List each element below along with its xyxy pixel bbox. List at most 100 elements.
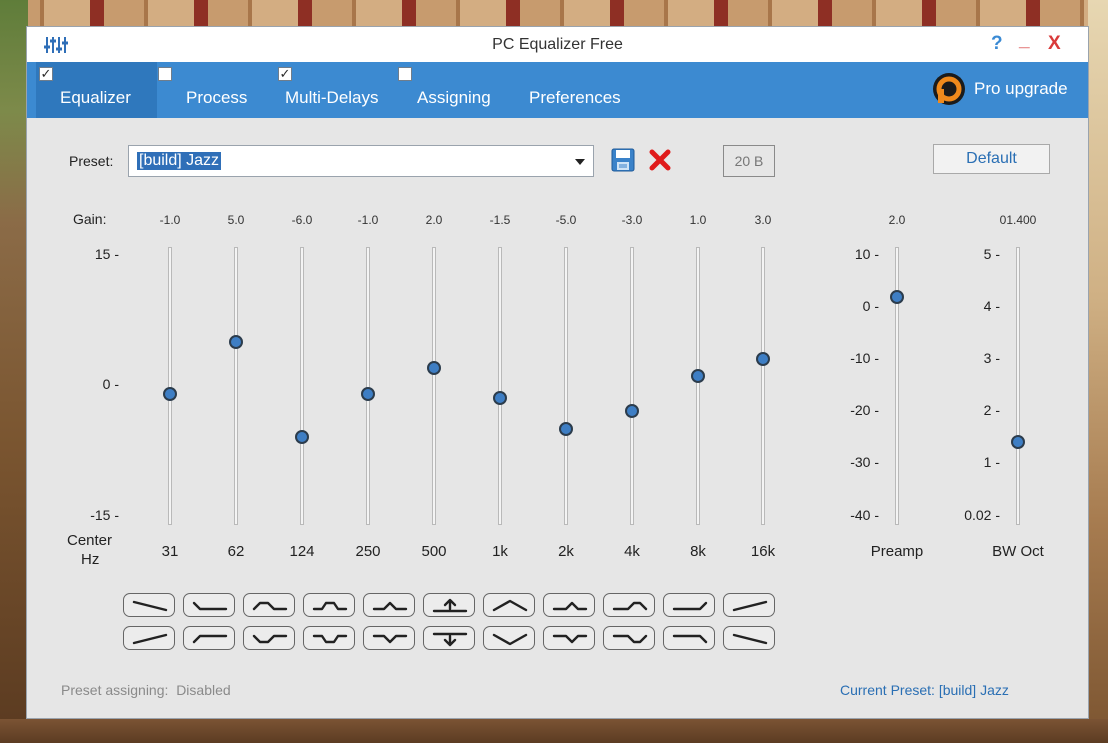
gain-value: -6.0 [291, 213, 313, 227]
slider-knob-8k[interactable] [691, 369, 705, 384]
current-preset-label: Current Preset: [840, 682, 935, 698]
bump-highmid-button[interactable] [543, 593, 595, 617]
raise-all-button[interactable] [423, 593, 475, 617]
dip-high-button[interactable] [603, 626, 655, 650]
bump-highmid-curve-icon [552, 601, 588, 611]
high-shelf-boost-button[interactable] [663, 593, 715, 617]
preset-dropdown[interactable]: [build] Jazz [128, 145, 594, 177]
tab-process[interactable]: Process [157, 62, 257, 118]
frequency-label: 16k [750, 543, 776, 560]
lower-all-button[interactable] [423, 626, 475, 650]
bw-oct-slider-knob[interactable] [1011, 435, 1025, 450]
slider-knob-124[interactable] [295, 430, 309, 445]
slider-track-500[interactable] [432, 247, 436, 525]
bump-mid-button[interactable] [363, 593, 415, 617]
slider-knob-4k[interactable] [625, 404, 639, 419]
gain-value: -1.0 [159, 213, 181, 227]
pro-upgrade-label: Pro upgrade [974, 79, 1068, 98]
dip-high-curve-icon [612, 634, 648, 644]
slider-knob-16k[interactable] [756, 352, 770, 366]
slider-track-124[interactable] [300, 247, 304, 525]
tab-label: Assigning [417, 88, 491, 107]
tab-multi-delays[interactable]: ✓ Multi-Delays [277, 62, 397, 118]
dip-wide-curve-icon [492, 633, 528, 646]
dip-highmid-button[interactable] [543, 626, 595, 650]
title-bar[interactable]: PC Equalizer Free ? _ X [27, 27, 1088, 62]
low-shelf-boost-button[interactable] [183, 626, 235, 650]
slider-track-8k[interactable] [696, 247, 700, 525]
pro-logo-icon [933, 73, 965, 105]
preamp-axis-label: -10 - [850, 350, 879, 366]
desktop-background-left [0, 0, 28, 743]
process-enable-checkbox[interactable] [158, 67, 172, 81]
tab-label: Multi-Delays [285, 88, 379, 107]
tilt-down-button[interactable] [723, 626, 775, 650]
slider-knob-250[interactable] [361, 386, 375, 401]
slider-track-2k[interactable] [564, 247, 568, 525]
tab-equalizer[interactable]: ✓ Equalizer [36, 62, 157, 118]
preamp-axis-label: -20 - [850, 402, 879, 418]
frequency-label: 2k [558, 543, 574, 560]
multi-delays-enable-checkbox[interactable]: ✓ [278, 67, 292, 81]
bump-lowmid-button[interactable] [303, 593, 355, 617]
bump-low-curve-icon [252, 601, 288, 611]
preamp-slider-knob[interactable] [890, 289, 904, 304]
slider-knob-500[interactable] [427, 360, 441, 375]
bw-oct-slider-track[interactable] [1016, 247, 1020, 525]
slider-track-4k[interactable] [630, 247, 634, 525]
preamp-label: Preamp [870, 543, 924, 560]
delete-x-icon[interactable] [648, 148, 672, 172]
slider-knob-31[interactable] [163, 386, 177, 401]
help-button[interactable]: ? [991, 33, 1003, 55]
band-count-badge: 20 B [723, 145, 775, 177]
slider-track-1k[interactable] [498, 247, 502, 525]
tab-label: Equalizer [60, 88, 131, 107]
close-button[interactable]: X [1048, 33, 1061, 55]
preamp-slider-track[interactable] [895, 247, 899, 525]
gain-value: 1.0 [689, 213, 707, 227]
tilt-up-button[interactable] [723, 593, 775, 617]
tilt-up-button[interactable] [123, 626, 175, 650]
dip-wide-button[interactable] [483, 626, 535, 650]
preset-assigning-value: Disabled [176, 682, 231, 698]
bump-high-button[interactable] [603, 593, 655, 617]
high-shelf-cut-button[interactable] [663, 626, 715, 650]
slider-knob-1k[interactable] [493, 391, 507, 406]
slider-track-16k[interactable] [761, 247, 765, 525]
tab-assigning[interactable]: Assigning [397, 62, 507, 118]
tab-label: Process [186, 88, 248, 107]
frequency-label: 62 [227, 543, 245, 560]
tilt-up-curve-icon [732, 600, 768, 612]
bw-oct-axis-label: 3 - [983, 350, 1000, 366]
bump-wide-curve-icon [492, 599, 528, 612]
assigning-enable-checkbox[interactable] [398, 67, 412, 81]
save-icon[interactable] [611, 148, 635, 172]
bump-mid-curve-icon [372, 601, 408, 611]
dip-lowmid-button[interactable] [303, 626, 355, 650]
frequency-label: 31 [161, 543, 179, 560]
low-shelf-boost-curve-icon [192, 634, 228, 644]
bump-low-button[interactable] [243, 593, 295, 617]
gain-value: 3.0 [754, 213, 772, 227]
current-preset-value: [build] Jazz [938, 682, 1009, 698]
minimize-button[interactable]: _ [1019, 30, 1030, 52]
gain-axis-label: 15 - [94, 246, 119, 262]
slider-knob-2k[interactable] [559, 421, 573, 436]
bw-oct-axis-label: 1 - [983, 454, 1000, 470]
preamp-axis-label: 10 - [854, 246, 879, 262]
slider-track-62[interactable] [234, 247, 238, 525]
tilt-down-button[interactable] [123, 593, 175, 617]
default-button[interactable]: Default [933, 144, 1050, 174]
low-shelf-cut-button[interactable] [183, 593, 235, 617]
gain-value: -1.0 [357, 213, 379, 227]
dip-low-button[interactable] [243, 626, 295, 650]
tab-preferences[interactable]: Preferences [519, 62, 629, 118]
gain-value: 2.0 [425, 213, 443, 227]
slider-knob-62[interactable] [229, 334, 243, 349]
bump-wide-button[interactable] [483, 593, 535, 617]
preamp-axis-label: -40 - [850, 507, 879, 523]
desktop-background-bottom [0, 719, 1108, 743]
gain-value: -1.5 [489, 213, 511, 227]
dip-mid-button[interactable] [363, 626, 415, 650]
equalizer-enable-checkbox[interactable]: ✓ [39, 67, 53, 81]
